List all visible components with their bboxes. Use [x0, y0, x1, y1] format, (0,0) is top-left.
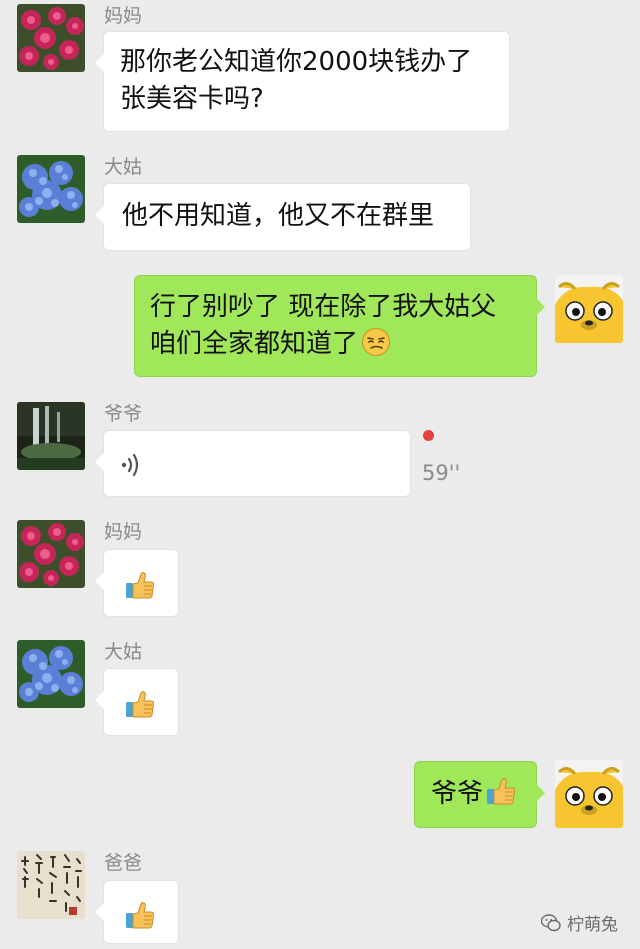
- watermark-text: 柠萌兔: [567, 915, 618, 935]
- avatar-grandpa[interactable]: [17, 402, 85, 470]
- message-bubble-self-2[interactable]: 爷爷: [414, 761, 545, 828]
- thumbs-up-emoji-icon: [124, 689, 156, 721]
- message-bubble-aunt-2[interactable]: [95, 668, 179, 736]
- calligraphy-avatar-icon: [17, 851, 85, 919]
- thumbs-up-emoji-icon: [124, 570, 156, 602]
- message-bubble-mom-1[interactable]: 那你老公知道你2000块钱办了 张美容卡吗?: [95, 31, 510, 132]
- waterfall-avatar-icon: [17, 402, 85, 470]
- message-bubble-self-1[interactable]: 行了别吵了 现在除了我大姑父 咱们全家都知道了: [134, 275, 545, 377]
- thumbs-up-emoji-icon: [485, 776, 517, 808]
- message-text: 他不用知道，他又不在群里: [122, 201, 435, 231]
- message-text: 咱们全家都知道了: [150, 329, 359, 359]
- avatar-aunt[interactable]: [17, 155, 85, 223]
- sender-name: 妈妈: [104, 5, 143, 27]
- avatar-mom[interactable]: [17, 4, 85, 72]
- avatar-mom[interactable]: [17, 520, 85, 588]
- message-bubble-dad[interactable]: [95, 880, 179, 944]
- message-text: 爷爷: [431, 779, 484, 809]
- thumbs-up-emoji-icon: [124, 900, 156, 932]
- jake-dog-avatar-icon: [555, 275, 623, 343]
- sender-name: 爸爸: [104, 852, 143, 874]
- jake-dog-avatar-icon: [555, 760, 623, 828]
- sender-name: 爷爷: [104, 403, 143, 425]
- avatar-dad[interactable]: [17, 851, 85, 919]
- sender-name: 妈妈: [104, 521, 143, 543]
- message-bubble-mom-2[interactable]: [95, 549, 179, 617]
- hydrangea-avatar-icon: [17, 155, 85, 223]
- message-text: 那你老公知道你2000块钱办了: [120, 47, 473, 77]
- flowers-avatar-icon: [17, 4, 85, 72]
- smug-face-emoji-icon: [361, 327, 391, 357]
- sender-name: 大姑: [104, 156, 143, 178]
- message-bubble-aunt-1[interactable]: 他不用知道，他又不在群里: [95, 183, 471, 251]
- hydrangea-avatar-icon: [17, 640, 85, 708]
- message-text: 张美容卡吗?: [120, 84, 264, 114]
- flowers-avatar-icon: [17, 520, 85, 588]
- voice-wave-icon: [121, 453, 139, 477]
- watermark: 柠萌兔: [541, 910, 618, 935]
- voice-message-bubble[interactable]: [95, 430, 411, 497]
- voice-duration: 59'': [422, 461, 461, 485]
- wechat-icon: [541, 913, 561, 931]
- avatar-aunt[interactable]: [17, 640, 85, 708]
- message-text: 行了别吵了 现在除了我大姑父: [150, 292, 497, 322]
- sender-name: 大姑: [104, 641, 143, 663]
- avatar-self[interactable]: [555, 275, 623, 343]
- unread-dot-icon: [423, 430, 434, 441]
- avatar-self[interactable]: [555, 760, 623, 828]
